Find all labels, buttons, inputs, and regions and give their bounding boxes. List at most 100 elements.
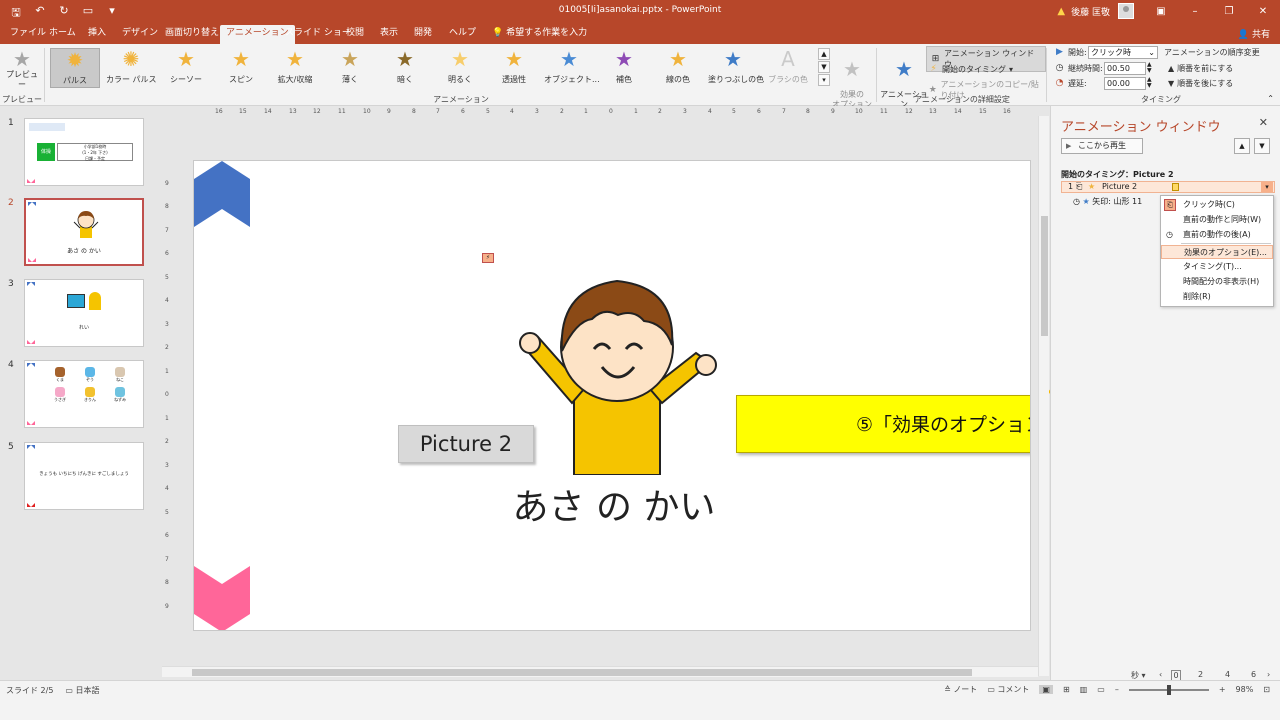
play-from-button[interactable]: ここから再生 bbox=[1061, 138, 1143, 154]
clock-icon: ◷ bbox=[1166, 230, 1173, 239]
collapse-ribbon-icon[interactable]: ⌃ bbox=[1267, 94, 1274, 103]
ribbon-display-icon[interactable]: ▣ bbox=[1144, 6, 1178, 17]
vertical-scrollbar[interactable] bbox=[1038, 116, 1049, 676]
delay-input[interactable]: 00.00 bbox=[1104, 77, 1146, 90]
move-down-icon[interactable]: ▼ bbox=[1254, 138, 1270, 154]
gallery-up-icon[interactable]: ▲ bbox=[818, 48, 830, 60]
effect-line-color[interactable]: ★ 線の色 bbox=[653, 48, 703, 85]
tell-me-input[interactable]: 💡 希望する作業を入力 bbox=[486, 25, 593, 44]
thumbnail-slide-4[interactable]: くま ぞう ねこ うさぎ きりん ねずみ bbox=[24, 360, 144, 428]
language-indicator[interactable]: ▭ 日本語 bbox=[65, 685, 99, 696]
animation-item-arrow[interactable]: ◷ ★ 矢印: 山形 11 bbox=[1073, 196, 1142, 207]
effect-teeter[interactable]: ★ シーソー bbox=[161, 48, 211, 85]
star-icon: ★ bbox=[232, 47, 250, 71]
pane-close-icon[interactable]: ✕ bbox=[1259, 116, 1268, 129]
effect-object-color[interactable]: ★ オブジェクト... bbox=[544, 48, 600, 85]
effect-pulse[interactable]: ✹ パルス bbox=[50, 48, 100, 88]
share-button[interactable]: 👤 共有 bbox=[1238, 27, 1270, 40]
effect-spin[interactable]: ★ スピン bbox=[216, 48, 266, 85]
tab-design[interactable]: デザイン bbox=[116, 25, 164, 44]
normal-view-icon[interactable]: ▣ bbox=[1039, 685, 1053, 694]
tab-insert[interactable]: 挿入 bbox=[82, 25, 112, 44]
thumbnail-slide-3[interactable]: れい bbox=[24, 279, 144, 347]
fit-slide-icon[interactable]: ⊡ bbox=[1263, 685, 1270, 694]
menu-item-remove[interactable]: 削除(R) bbox=[1161, 290, 1273, 304]
slide-canvas[interactable]: ⚡ Picture 2 あさ の かい ⚡ ⑤「効果のオプション」を選択 bbox=[193, 160, 1031, 631]
warning-icon[interactable]: ▲ bbox=[1057, 6, 1065, 17]
animation-marker[interactable]: ⚡ bbox=[482, 253, 494, 263]
item-dropdown-icon[interactable]: ▾ bbox=[1261, 182, 1273, 192]
menu-item-after-previous[interactable]: ◷ 直前の動作の後(A) bbox=[1161, 228, 1273, 242]
effect-lighten[interactable]: ★ 明るく bbox=[435, 48, 485, 85]
slideshow-icon[interactable]: ▭ bbox=[1097, 685, 1105, 694]
slide-sorter-icon[interactable]: ⊞ bbox=[1063, 685, 1070, 694]
gallery-down-icon[interactable]: ▼ bbox=[818, 61, 830, 73]
menu-item-effect-options[interactable]: 効果のオプション(E)... bbox=[1161, 245, 1273, 259]
menu-item-hide-timeline[interactable]: 時間配分の非表示(H) bbox=[1161, 275, 1273, 289]
menu-item-on-click[interactable]: ⎗ クリック時(C) bbox=[1161, 198, 1273, 212]
present-icon[interactable]: ▭ bbox=[80, 4, 96, 23]
thumbnail-slide-5[interactable]: きょうも いちにち げんきに すごしましょう bbox=[24, 442, 144, 510]
start-select[interactable]: クリック時 ⌄ bbox=[1088, 46, 1158, 59]
start-label: ▶ 開始: bbox=[1054, 47, 1087, 58]
effect-darken[interactable]: ★ 暗く bbox=[380, 48, 430, 85]
move-earlier-button[interactable]: ▲ 順番を前にする bbox=[1168, 63, 1233, 74]
customize-qat-icon[interactable]: ▾ bbox=[104, 4, 120, 23]
comments-button[interactable]: ▭ コメント bbox=[987, 684, 1029, 695]
thumb-number: 2 bbox=[8, 198, 14, 208]
effect-brush-color[interactable]: A ブラシの色 bbox=[763, 48, 813, 85]
gallery-scroll: ▲ ▼ ▾ bbox=[818, 48, 830, 87]
trigger-button[interactable]: ⚡ 開始のタイミング ▾ bbox=[928, 64, 1013, 75]
gallery-more-icon[interactable]: ▾ bbox=[818, 74, 830, 86]
computer-icon bbox=[67, 294, 85, 308]
restore-icon[interactable]: ❐ bbox=[1212, 6, 1246, 17]
notes-button[interactable]: ≙ ノート bbox=[944, 684, 977, 695]
menu-item-timing[interactable]: タイミング(T)... bbox=[1161, 260, 1273, 274]
close-icon[interactable]: ✕ bbox=[1246, 6, 1280, 17]
tab-help[interactable]: ヘルプ bbox=[443, 25, 482, 44]
thumbnail-slide-1[interactable]: 体操 小学部1校時 (1・2年 下さ) 日課・予定 bbox=[24, 118, 144, 186]
scale-left-icon[interactable]: ‹ bbox=[1159, 670, 1162, 679]
horizontal-scrollbar[interactable] bbox=[162, 666, 1038, 677]
tab-transitions[interactable]: 画面切り替え bbox=[159, 25, 225, 44]
zoom-slider[interactable] bbox=[1128, 684, 1209, 695]
effect-transparency[interactable]: ★ 透過性 bbox=[489, 48, 539, 85]
effect-color-pulse[interactable]: ✺ カラー パルス bbox=[106, 48, 157, 85]
undo-icon[interactable]: ↶ bbox=[32, 4, 48, 23]
move-up-icon[interactable]: ▲ bbox=[1234, 138, 1250, 154]
zoom-in-icon[interactable]: + bbox=[1219, 685, 1226, 694]
tab-developer[interactable]: 開発 bbox=[408, 25, 438, 44]
zoom-level[interactable]: 98% bbox=[1236, 685, 1254, 694]
duration-spinner[interactable]: ▲ ▼ bbox=[1147, 62, 1152, 74]
minimize-icon[interactable]: – bbox=[1178, 6, 1212, 17]
tab-view[interactable]: 表示 bbox=[374, 25, 404, 44]
effect-desaturate[interactable]: ★ 薄く bbox=[325, 48, 375, 85]
scroll-thumb[interactable] bbox=[1041, 216, 1048, 336]
tab-review[interactable]: 校閲 bbox=[340, 25, 370, 44]
duration-input[interactable]: 00.50 bbox=[1104, 62, 1146, 75]
avatar[interactable] bbox=[1118, 3, 1134, 19]
thumbnail-slide-2[interactable]: あさ の かい bbox=[24, 198, 144, 266]
blue-chevron-shape[interactable] bbox=[194, 161, 252, 227]
save-icon[interactable]: 🖫 bbox=[8, 4, 24, 23]
animation-item-picture-2[interactable]: 1 ⎗ ★ Picture 2 ▾ bbox=[1061, 181, 1275, 193]
boy-picture[interactable] bbox=[514, 269, 720, 475]
effect-grow-shrink[interactable]: ★ 拡大/収縮 bbox=[270, 48, 320, 85]
slide-main-text[interactable]: あさ の かい bbox=[444, 483, 784, 533]
user-name[interactable]: 後藤 匡敬 bbox=[1071, 5, 1110, 18]
effect-complementary[interactable]: ★ 補色 bbox=[599, 48, 649, 85]
zoom-out-icon[interactable]: – bbox=[1115, 685, 1119, 694]
preview-button[interactable]: ★ プレビュー bbox=[4, 48, 40, 90]
duration-label: ◷ 継続時間: bbox=[1055, 63, 1103, 73]
menu-item-with-previous[interactable]: 直前の動作と同時(W) bbox=[1161, 213, 1273, 227]
reading-view-icon[interactable]: ▥ bbox=[1080, 685, 1088, 694]
effect-fill-color[interactable]: ★ 塗りつぶしの色 bbox=[708, 48, 764, 85]
tab-home[interactable]: ホーム bbox=[43, 25, 82, 44]
pink-chevron-shape[interactable] bbox=[194, 566, 252, 631]
scroll-thumb[interactable] bbox=[192, 669, 972, 676]
move-later-button[interactable]: ▼ 順番を後にする bbox=[1168, 78, 1233, 89]
scale-right-icon[interactable]: › bbox=[1267, 670, 1270, 679]
delay-spinner[interactable]: ▲ ▼ bbox=[1147, 77, 1152, 89]
redo-icon[interactable]: ↻ bbox=[56, 4, 72, 23]
timeline-bar[interactable] bbox=[1172, 183, 1179, 191]
